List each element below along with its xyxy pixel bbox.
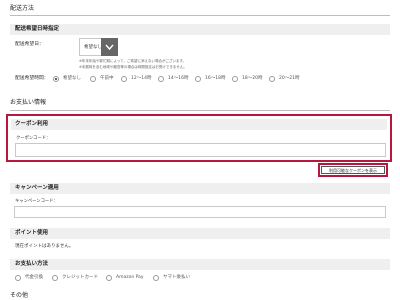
payment-option-radio-yamato[interactable]: [153, 275, 159, 281]
delivery-note-1: ※年末年始や繁忙期によって、ご希望に添えない場合がございます。: [79, 59, 187, 63]
coupon-section: クーポン利用 クーポンコード：: [6, 114, 392, 162]
time-option-radio-20-21[interactable]: [269, 76, 275, 82]
time-option-radio-12-14[interactable]: [121, 76, 127, 82]
delivery-method-title: 配送方法: [10, 5, 35, 12]
time-option-label: 18〜20時: [242, 76, 263, 81]
campaign-code-input[interactable]: [14, 206, 386, 218]
payment-option-label: ヤマト後払い: [163, 275, 190, 280]
time-option-label: 20〜21時: [279, 76, 300, 81]
delivery-note-2: ※未展時を含む地域や離島等の場合は時間指定はお受けできません。: [79, 65, 187, 69]
payment-option-label: クレジットカード: [62, 275, 98, 280]
payment-option-label: Amazon Pay: [116, 275, 144, 280]
time-option-radio-18-20[interactable]: [232, 76, 238, 82]
delivery-datetime-header: 配送希望日時指定: [10, 24, 390, 35]
chevron-down-icon: [105, 44, 114, 51]
coupon-header: クーポン利用: [11, 119, 387, 130]
time-option-label: 12〜14時: [131, 76, 152, 81]
time-option-label: 希望なし: [63, 76, 81, 81]
time-option-label: 14〜16時: [168, 76, 189, 81]
payment-option-radio-amazon-pay[interactable]: [106, 275, 112, 281]
time-option-radio-16-18[interactable]: [195, 76, 201, 82]
delivery-date-select-value: 希望なし: [84, 45, 102, 50]
coupon-code-label: クーポンコード：: [16, 136, 51, 141]
payment-option-label: 代金引換: [25, 275, 43, 280]
time-option-radio-none[interactable]: [53, 76, 59, 82]
coupon-button-highlight: 利用可能なクーポンを表示: [318, 163, 388, 177]
coupon-code-input[interactable]: [15, 143, 386, 157]
time-option-label: 午前中: [100, 76, 114, 81]
show-available-coupons-button[interactable]: 利用可能なクーポンを表示: [321, 166, 385, 174]
other-title: その他: [10, 292, 29, 299]
time-option-radio-morning[interactable]: [90, 76, 96, 82]
delivery-time-label: 配送希望時間：: [15, 76, 49, 81]
delivery-date-dropdown-button[interactable]: [101, 38, 118, 56]
time-option-radio-14-16[interactable]: [158, 76, 164, 82]
payment-method-header-label: お支払い方法: [15, 261, 49, 267]
campaign-header: キャンペーン適用: [10, 183, 390, 194]
divider: [10, 15, 390, 16]
divider: [10, 110, 390, 111]
payment-info-title: お支払い情報: [10, 99, 47, 106]
points-header: ポイント使用: [10, 228, 390, 239]
delivery-datetime-header-label: 配送希望日時指定: [15, 26, 60, 32]
points-status-text: 現在ポイントはありません。: [15, 244, 74, 249]
campaign-code-label: キャンペーンコード：: [15, 199, 58, 204]
delivery-date-label: 配送希望日：: [15, 42, 44, 47]
payment-method-header: お支払い方法: [10, 259, 390, 270]
coupon-header-label: クーポン利用: [15, 121, 49, 127]
payment-option-radio-credit-card[interactable]: [52, 275, 58, 281]
payment-option-radio-cod[interactable]: [15, 275, 21, 281]
time-option-label: 16〜18時: [205, 76, 226, 81]
campaign-header-label: キャンペーン適用: [15, 185, 59, 191]
points-header-label: ポイント使用: [15, 230, 49, 236]
